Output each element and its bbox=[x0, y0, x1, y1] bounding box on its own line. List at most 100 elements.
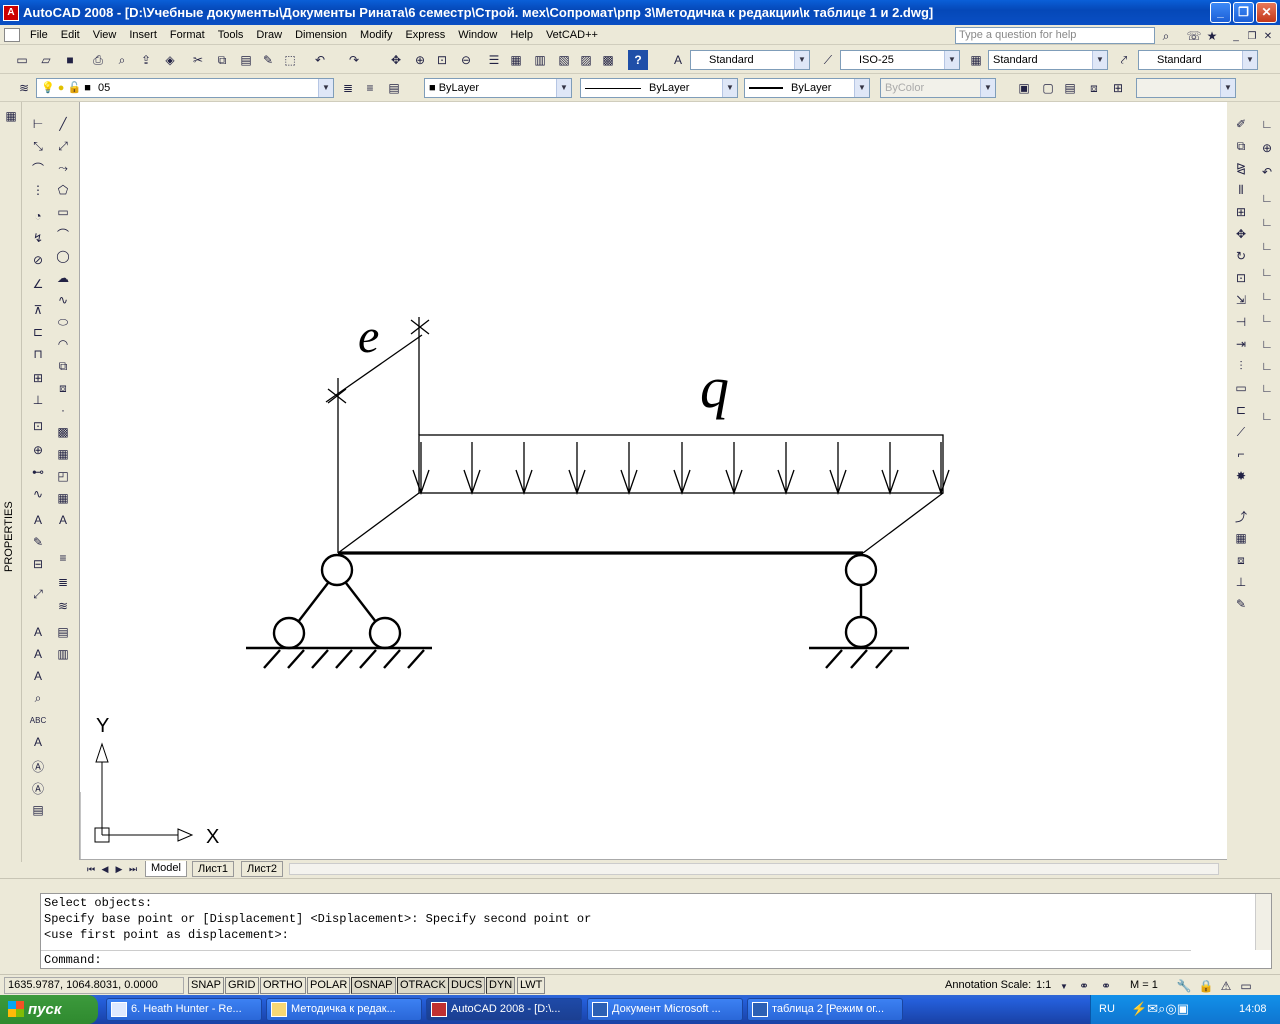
dimension-text-edit-icon[interactable]: ✎ bbox=[28, 532, 48, 552]
menu-format[interactable]: Format bbox=[164, 29, 212, 41]
chevron-down-icon[interactable]: ▼ bbox=[1092, 51, 1107, 69]
scale-text-icon[interactable]: Ⓐ bbox=[28, 756, 48, 776]
ortho-toggle[interactable]: ORTHO bbox=[260, 977, 306, 994]
task-table2[interactable]: таблица 2 [Режим ог... bbox=[747, 998, 903, 1021]
menu-file[interactable]: File bbox=[24, 29, 55, 41]
baseline-dimension-icon[interactable]: ⊏ bbox=[28, 322, 48, 342]
tab-sheet2[interactable]: Лист2 bbox=[241, 861, 284, 877]
viewport-single-icon[interactable]: ▣ bbox=[1014, 78, 1034, 98]
ucs-view-icon[interactable]: ∟ bbox=[1257, 236, 1277, 256]
ucs-zaxis-icon[interactable]: ∟ bbox=[1257, 286, 1277, 306]
menu-express[interactable]: Express bbox=[399, 29, 452, 41]
linear-dimension-icon[interactable]: ⊢ bbox=[28, 114, 48, 134]
ucs-object-icon[interactable]: ∟ bbox=[1257, 212, 1277, 232]
make-block-icon[interactable]: ⧈ bbox=[53, 378, 73, 398]
break-icon[interactable]: ▭ bbox=[1231, 378, 1251, 398]
quick-dimension-icon[interactable]: ⊼ bbox=[28, 300, 48, 320]
dimension-update-icon[interactable]: ⊟ bbox=[28, 554, 48, 574]
command-window[interactable]: Select objects: Specify base point or [D… bbox=[40, 893, 1272, 969]
chevron-down-icon[interactable]: ▼ bbox=[944, 51, 959, 69]
ucs-origin-icon[interactable]: ∟ bbox=[1257, 262, 1277, 282]
annotation-visibility-icon[interactable]: ⚭ bbox=[1074, 976, 1094, 996]
ucs-y-icon[interactable]: ∟ bbox=[1257, 356, 1277, 376]
sheet-set-icon[interactable]: ▧ bbox=[554, 50, 574, 70]
text-style-combo[interactable]: Standard ▼ bbox=[690, 50, 810, 70]
snap-toggle[interactable]: SNAP bbox=[188, 977, 224, 994]
command-scrollbar[interactable] bbox=[1255, 894, 1271, 950]
mirror-icon[interactable]: ⧎ bbox=[1231, 158, 1251, 178]
grid-toggle[interactable]: GRID bbox=[225, 977, 259, 994]
tool-palettes-icon[interactable]: ▥ bbox=[530, 50, 550, 70]
otrack-toggle[interactable]: OTRACK bbox=[397, 977, 449, 994]
paste-icon[interactable]: ▤ bbox=[236, 50, 256, 70]
plot-preview-icon[interactable]: ⌕ bbox=[112, 50, 132, 70]
pan-icon[interactable]: ✥ bbox=[386, 50, 406, 70]
point-icon[interactable]: · bbox=[53, 400, 73, 420]
qnew-icon[interactable]: ▭ bbox=[12, 50, 32, 70]
viewport-clip-icon[interactable]: ⧈ bbox=[1084, 78, 1104, 98]
chevron-down-icon[interactable]: ▼ bbox=[318, 79, 333, 97]
open-icon[interactable]: ▱ bbox=[36, 50, 56, 70]
cut-icon[interactable]: ✂ bbox=[188, 50, 208, 70]
gradient-icon[interactable]: ▦ bbox=[53, 444, 73, 464]
clean-screen-icon[interactable]: ▭ bbox=[1236, 976, 1256, 996]
ordinate-dimension-icon[interactable]: ⋮ bbox=[28, 180, 48, 200]
task-heath-hunter[interactable]: 6. Heath Hunter - Re... bbox=[106, 998, 262, 1021]
scale-icon[interactable]: ⊡ bbox=[1231, 268, 1251, 288]
ucs-previous-icon[interactable]: ↶ bbox=[1257, 162, 1277, 182]
calculator-icon[interactable]: ▩ bbox=[598, 50, 618, 70]
tab-sheet1[interactable]: Лист1 bbox=[192, 861, 235, 877]
viewport-object-icon[interactable]: ▤ bbox=[1060, 78, 1080, 98]
ucs-apply-icon[interactable]: ∟ bbox=[1257, 406, 1277, 426]
chevron-down-icon[interactable]: ▼ bbox=[722, 79, 737, 97]
task-word-document[interactable]: Документ Microsoft ... bbox=[587, 998, 743, 1021]
layer-tool-3-icon[interactable]: ≋ bbox=[53, 596, 73, 616]
dimension-space-icon[interactable]: ⊞ bbox=[28, 368, 48, 388]
construction-line-icon[interactable]: ⤢ bbox=[53, 136, 73, 156]
menu-tools[interactable]: Tools bbox=[212, 29, 251, 41]
ducs-toggle[interactable]: DUCS bbox=[448, 977, 486, 994]
rotate-icon[interactable]: ↻ bbox=[1231, 246, 1251, 266]
layer-tool-5-icon[interactable]: ▥ bbox=[53, 644, 73, 664]
extend-icon[interactable]: ⇥ bbox=[1231, 334, 1251, 354]
minimize-button[interactable]: _ bbox=[1210, 2, 1231, 23]
ucs-icon[interactable]: ∟ bbox=[1257, 114, 1277, 134]
radius-dimension-icon[interactable]: ◔ bbox=[28, 206, 48, 226]
help-search-input[interactable]: Type a question for help bbox=[955, 27, 1155, 44]
properties-icon[interactable]: ☰ bbox=[484, 50, 504, 70]
properties-palette-strip[interactable]: ▦ PROPERTIES bbox=[0, 102, 22, 862]
jogged-dimension-icon[interactable]: ↯ bbox=[28, 228, 48, 248]
angular-dimension-icon[interactable]: ∠ bbox=[28, 274, 48, 294]
arc-icon[interactable]: ⌒ bbox=[53, 224, 73, 244]
layer-tool-4-icon[interactable]: ▤ bbox=[53, 622, 73, 642]
layer-manager-icon[interactable]: ≋ bbox=[14, 78, 34, 98]
line-icon[interactable]: ╱ bbox=[53, 114, 73, 134]
revision-cloud-icon[interactable]: ☁ bbox=[53, 268, 73, 288]
palette-icon[interactable]: ▦ bbox=[1, 106, 21, 126]
layer-combo[interactable]: 💡 ● 🔓 ■ 05 ▼ bbox=[36, 78, 334, 98]
favorites-star-icon[interactable]: ★ bbox=[1202, 26, 1222, 46]
table-style-combo[interactable]: Standard ▼ bbox=[988, 50, 1108, 70]
justify-text-icon[interactable]: Ⓐ bbox=[28, 778, 48, 798]
dimension-style-icon[interactable]: ⤢ bbox=[28, 584, 48, 604]
layer-previous-icon[interactable]: ≡ bbox=[360, 78, 380, 98]
circle-icon[interactable]: ◯ bbox=[53, 246, 73, 266]
stretch-icon[interactable]: ⇲ bbox=[1231, 290, 1251, 310]
text-style-icon[interactable]: A bbox=[668, 50, 688, 70]
dyn-toggle[interactable]: DYN bbox=[486, 977, 516, 994]
ucs-3point-icon[interactable]: ∟ bbox=[1257, 308, 1277, 328]
linetype-combo[interactable]: ByLayer ▼ bbox=[580, 78, 738, 98]
save-icon[interactable]: ■ bbox=[60, 50, 80, 70]
ucs-x-icon[interactable]: ∟ bbox=[1257, 334, 1277, 354]
ucs-world-icon[interactable]: ⊕ bbox=[1257, 138, 1277, 158]
ucs-face-icon[interactable]: ∟ bbox=[1257, 188, 1277, 208]
tray-icons[interactable]: ⚡✉⌕◎▣ bbox=[1131, 1001, 1189, 1017]
task-folder[interactable]: Методичка к редак... bbox=[266, 998, 422, 1021]
task-autocad[interactable]: AutoCAD 2008 - [D:\... bbox=[426, 998, 582, 1021]
aligned-dimension-icon[interactable]: ⤡ bbox=[28, 136, 48, 156]
menu-help[interactable]: Help bbox=[504, 29, 540, 41]
horizontal-scrollbar[interactable] bbox=[289, 863, 1219, 875]
jogged-linear-icon[interactable]: ∿ bbox=[28, 484, 48, 504]
fillet-icon[interactable]: ⌐ bbox=[1231, 444, 1251, 464]
redo-icon[interactable]: ↷ bbox=[344, 50, 364, 70]
